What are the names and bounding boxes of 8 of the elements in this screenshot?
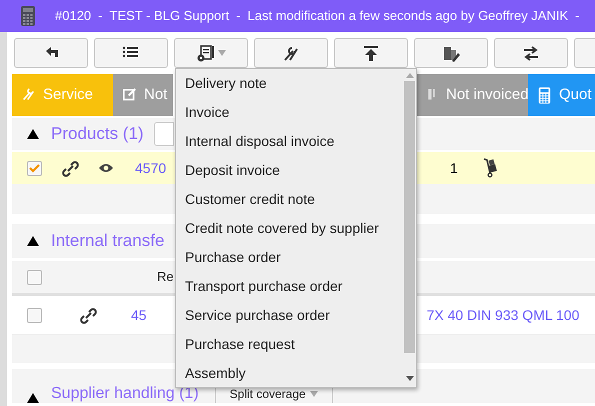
column-header: Re (157, 268, 174, 286)
separator: - (98, 7, 102, 26)
quantity-cell-text: 1 (450, 158, 458, 178)
modification-info: Last modification a few seconds ago by Geoffrey JANIK (248, 7, 568, 26)
customer-name: TEST - BLG Support (110, 7, 230, 26)
separator: - (575, 7, 580, 26)
separator: - (236, 7, 241, 26)
record-number: #0120 (55, 7, 92, 26)
